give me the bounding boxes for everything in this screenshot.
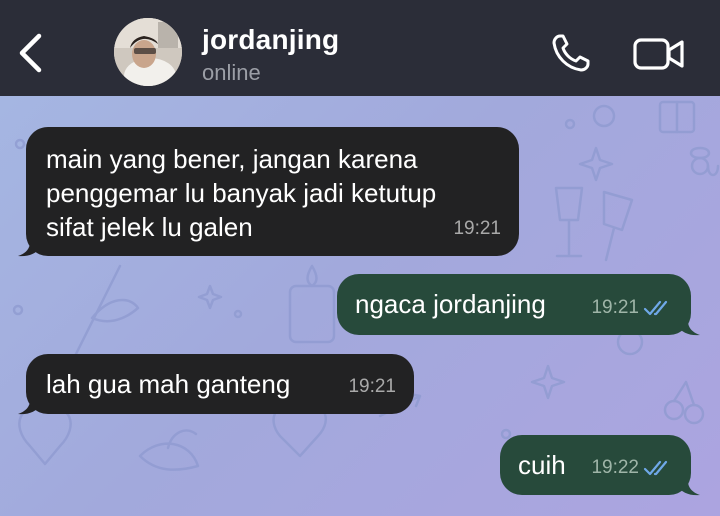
message-meta: 19:21 [591, 291, 673, 325]
phone-icon [552, 34, 590, 72]
message-bubble-outgoing[interactable]: ngaca jordanjing 19:21 [337, 274, 691, 335]
back-button[interactable] [14, 30, 50, 76]
avatar[interactable] [114, 18, 182, 86]
bubble-tail [18, 390, 42, 415]
double-check-icon [643, 460, 668, 476]
message-bubble-incoming[interactable]: lah gua mah ganteng 19:21 [26, 354, 414, 414]
message-text: main yang bener, jangan karena penggemar… [46, 144, 437, 242]
bubble-tail [676, 471, 700, 496]
message-time: 19:22 [591, 457, 639, 478]
contact-status: online [202, 60, 261, 85]
message-meta: 19:21 [453, 212, 501, 246]
message-time: 19:21 [348, 376, 396, 397]
message-meta: 19:21 [348, 370, 396, 404]
contact-name[interactable]: jordanjing [202, 24, 339, 56]
bubble-tail [18, 232, 42, 257]
double-check-icon [643, 300, 668, 316]
message-text: lah gua mah ganteng [46, 369, 291, 399]
avatar-image [114, 18, 182, 86]
bubble-tail [676, 311, 700, 336]
video-call-button[interactable] [632, 34, 686, 74]
message-time: 19:21 [453, 218, 501, 239]
chat-header: jordanjing online [0, 0, 720, 96]
chat-area[interactable]: main yang bener, jangan karena penggemar… [0, 96, 720, 516]
video-camera-icon [633, 38, 684, 70]
message-meta: 19:22 [591, 451, 673, 485]
chevron-left-icon [19, 33, 42, 73]
message-bubble-outgoing[interactable]: cuih 19:22 [500, 435, 691, 495]
message-bubble-incoming[interactable]: main yang bener, jangan karena penggemar… [26, 127, 519, 256]
call-button[interactable] [548, 32, 594, 76]
message-time: 19:21 [591, 297, 639, 318]
